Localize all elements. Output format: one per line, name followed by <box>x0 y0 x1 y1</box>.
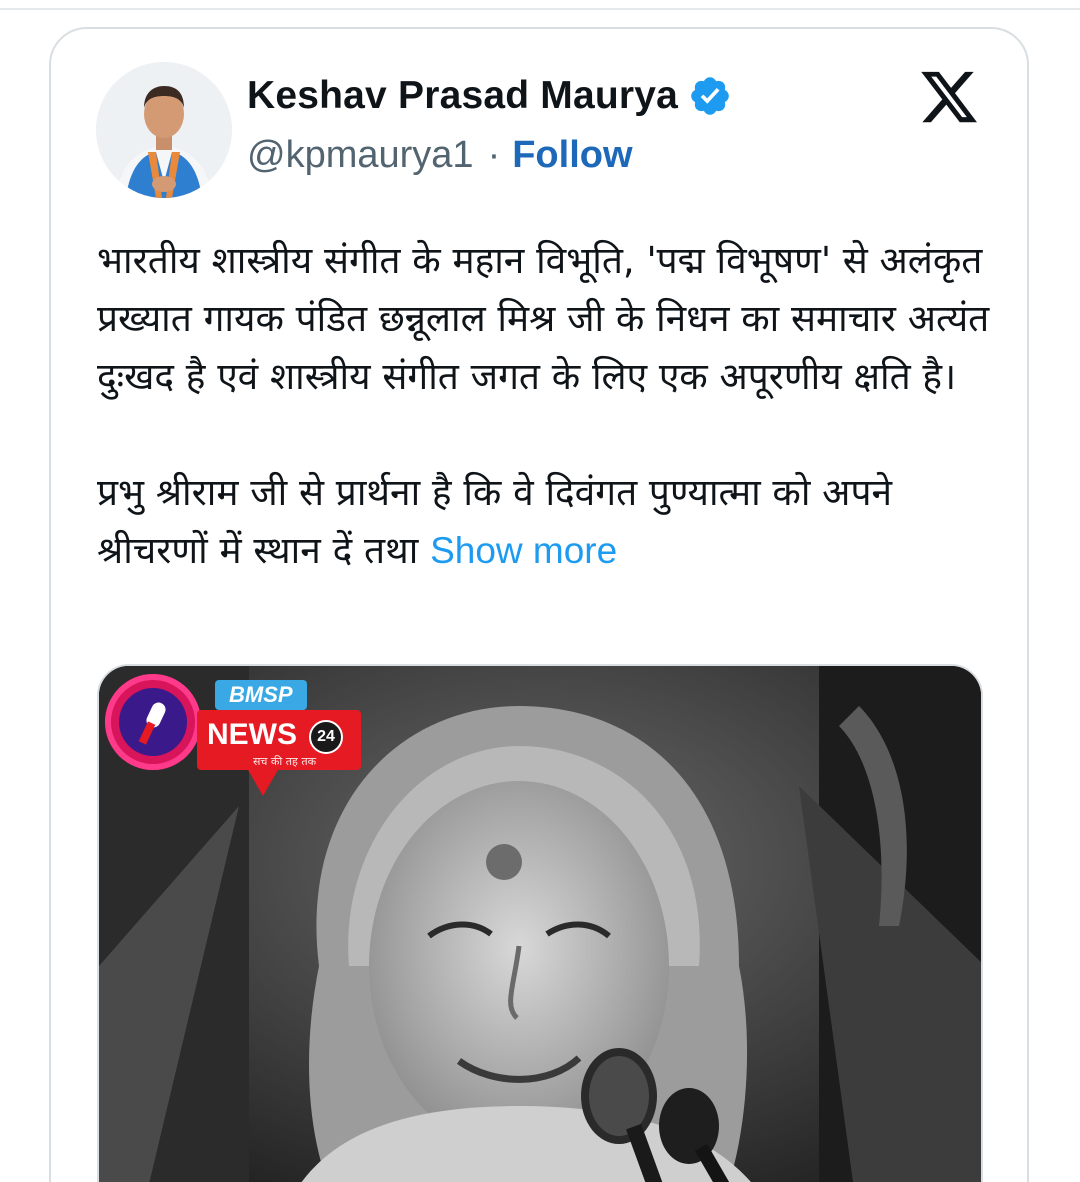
author-avatar[interactable] <box>96 62 232 198</box>
show-more-link[interactable]: Show more <box>430 530 617 571</box>
tweet-paragraph-2: प्रभु श्रीराम जी से प्रार्थना है कि वे द… <box>97 464 997 580</box>
logo-brand-top: BMSP <box>215 680 307 710</box>
separator-dot: · <box>487 134 501 176</box>
tweet-body: भारतीय शास्त्रीय संगीत के महान विभूति, '… <box>97 232 997 580</box>
mic-icon <box>119 688 187 756</box>
tweet-paragraph-1: भारतीय शास्त्रीय संगीत के महान विभूति, '… <box>97 239 990 398</box>
author-handle-row: @kpmaurya1 · Follow <box>247 134 633 177</box>
author-display-name[interactable]: Keshav Prasad Maurya <box>247 74 678 118</box>
follow-button[interactable]: Follow <box>512 134 632 177</box>
logo-brand-number: 24 <box>309 720 343 754</box>
logo-pointer <box>247 768 279 796</box>
avatar-portrait-image <box>96 62 232 198</box>
news-channel-logo: BMSP NEWS 24 सच की तह तक <box>105 670 375 810</box>
logo-ring <box>105 674 201 770</box>
verified-badge-icon <box>688 74 732 118</box>
logo-brand-main: NEWS <box>207 718 297 751</box>
x-logo-icon[interactable] <box>918 66 980 128</box>
logo-brand-box: NEWS 24 सच की तह तक <box>197 710 361 770</box>
embedded-tweet-page: Keshav Prasad Maurya @kpmaurya1 · Follow… <box>0 0 1080 1182</box>
logo-brand-tagline: सच की तह तक <box>253 755 317 768</box>
author-handle[interactable]: @kpmaurya1 <box>247 134 474 177</box>
author-name-row[interactable]: Keshav Prasad Maurya <box>247 74 732 118</box>
top-divider <box>0 8 1080 10</box>
